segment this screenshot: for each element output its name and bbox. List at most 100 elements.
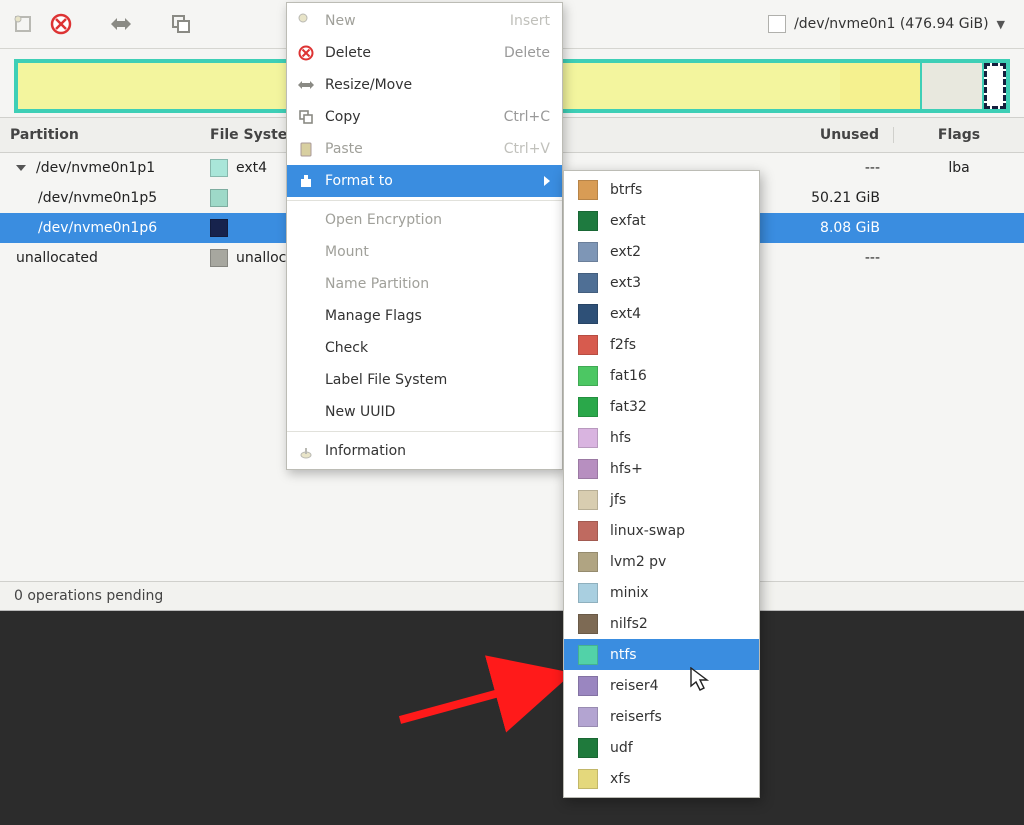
resize-icon[interactable] [108, 11, 134, 37]
blank-icon [297, 307, 315, 325]
format-option-jfs[interactable]: jfs [564, 484, 759, 515]
format-option-label: fat32 [610, 399, 647, 415]
menu-item-information[interactable]: Information [287, 435, 562, 467]
format-option-ext4[interactable]: ext4 [564, 298, 759, 329]
format-option-label: hfs [610, 430, 631, 446]
fs-swatch [578, 242, 598, 262]
partition-seg-unallocated[interactable] [984, 63, 1006, 109]
delete-icon[interactable] [48, 11, 74, 37]
device-label: /dev/nvme0n1 (476.94 GiB) [794, 16, 988, 32]
format-option-f2fs[interactable]: f2fs [564, 329, 759, 360]
menu-item-label: Manage Flags [325, 308, 422, 324]
format-option-label: ext3 [610, 275, 641, 291]
menu-item-open-encryption: Open Encryption [287, 204, 562, 236]
fs-swatch [578, 304, 598, 324]
blank-icon [297, 243, 315, 261]
menu-item-manage-flags[interactable]: Manage Flags [287, 300, 562, 332]
fs-swatch [578, 366, 598, 386]
fs-swatch [578, 676, 598, 696]
partition-name: /dev/nvme0n1p5 [38, 190, 157, 206]
format-option-ext3[interactable]: ext3 [564, 267, 759, 298]
unused-value: --- [750, 250, 894, 266]
format-icon [297, 172, 315, 190]
format-option-label: jfs [610, 492, 626, 508]
menu-item-label: Check [325, 340, 368, 356]
blank-icon [297, 403, 315, 421]
format-option-label: linux-swap [610, 523, 685, 539]
fs-swatch [578, 645, 598, 665]
fs-swatch [210, 189, 228, 207]
menu-item-check[interactable]: Check [287, 332, 562, 364]
format-option-label: reiserfs [610, 709, 662, 725]
format-option-nilfs2[interactable]: nilfs2 [564, 608, 759, 639]
format-option-udf[interactable]: udf [564, 732, 759, 763]
menu-item-resize-move[interactable]: Resize/Move [287, 69, 562, 101]
fs-swatch [578, 738, 598, 758]
paste-icon [297, 140, 315, 158]
format-option-fat32[interactable]: fat32 [564, 391, 759, 422]
device-selector[interactable]: /dev/nvme0n1 (476.94 GiB) ▼ [759, 10, 1014, 38]
format-option-reiserfs[interactable]: reiserfs [564, 701, 759, 732]
fs-swatch [578, 428, 598, 448]
menu-item-copy[interactable]: CopyCtrl+C [287, 101, 562, 133]
format-option-minix[interactable]: minix [564, 577, 759, 608]
format-option-label: f2fs [610, 337, 636, 353]
menu-item-label: Name Partition [325, 276, 429, 292]
format-option-exfat[interactable]: exfat [564, 205, 759, 236]
disk-icon [768, 15, 786, 33]
fs-swatch [578, 707, 598, 727]
menu-item-label: Resize/Move [325, 77, 412, 93]
expander-icon[interactable] [16, 165, 26, 171]
format-option-label: ext2 [610, 244, 641, 260]
format-option-hfs[interactable]: hfs [564, 422, 759, 453]
annotation-arrow [390, 620, 590, 740]
menu-item-label: Open Encryption [325, 212, 442, 228]
menu-item-new-uuid[interactable]: New UUID [287, 396, 562, 428]
menu-item-paste: PasteCtrl+V [287, 133, 562, 165]
partition-seg-p5[interactable] [840, 63, 920, 109]
menu-item-delete[interactable]: Delete Delete [287, 37, 562, 69]
partition-seg-p6[interactable] [920, 63, 984, 109]
copy-icon[interactable] [168, 11, 194, 37]
menu-shortcut: Ctrl+V [504, 141, 550, 157]
fs-swatch [578, 273, 598, 293]
format-option-hfs+[interactable]: hfs+ [564, 453, 759, 484]
partition-name: /dev/nvme0n1p1 [36, 160, 155, 176]
header-unused[interactable]: Unused [749, 127, 893, 143]
menu-item-label: Information [325, 443, 406, 459]
fs-swatch [578, 335, 598, 355]
format-option-btrfs[interactable]: btrfs [564, 174, 759, 205]
menu-item-format-to[interactable]: Format to [287, 165, 562, 197]
fs-swatch [578, 583, 598, 603]
format-option-ntfs[interactable]: ntfs [564, 639, 759, 670]
fs-swatch [578, 211, 598, 231]
format-option-label: udf [610, 740, 633, 756]
blank-icon [297, 211, 315, 229]
info-icon [297, 442, 315, 460]
copy-icon [297, 108, 315, 126]
format-submenu: btrfsexfat ext2 ext3 ext4 f2fs fat16 fat32 hfs h… [563, 170, 760, 798]
format-option-reiser4[interactable]: reiser4 [564, 670, 759, 701]
resize-icon [297, 76, 315, 94]
menu-item-label: Delete [325, 45, 371, 61]
header-partition[interactable]: Partition [0, 127, 210, 143]
format-option-linux-swap[interactable]: linux-swap [564, 515, 759, 546]
header-flags[interactable]: Flags [893, 127, 1024, 143]
menu-item-label-file-system[interactable]: Label File System [287, 364, 562, 396]
fs-swatch [578, 552, 598, 572]
format-option-lvm2-pv[interactable]: lvm2 pv [564, 546, 759, 577]
menu-shortcut: Delete [504, 45, 550, 61]
format-option-xfs[interactable]: xfs [564, 763, 759, 794]
format-option-label: xfs [610, 771, 631, 787]
partition-name: /dev/nvme0n1p6 [38, 220, 157, 236]
blank-icon [297, 275, 315, 293]
format-option-fat16[interactable]: fat16 [564, 360, 759, 391]
new-partition-icon[interactable] [10, 11, 36, 37]
menu-item-label: Format to [325, 173, 393, 189]
format-option-label: nilfs2 [610, 616, 648, 632]
flags-value: lba [894, 160, 1024, 176]
unused-value: 50.21 GiB [750, 190, 894, 206]
format-option-label: hfs+ [610, 461, 643, 477]
format-option-ext2[interactable]: ext2 [564, 236, 759, 267]
menu-shortcut: Ctrl+C [504, 109, 550, 125]
